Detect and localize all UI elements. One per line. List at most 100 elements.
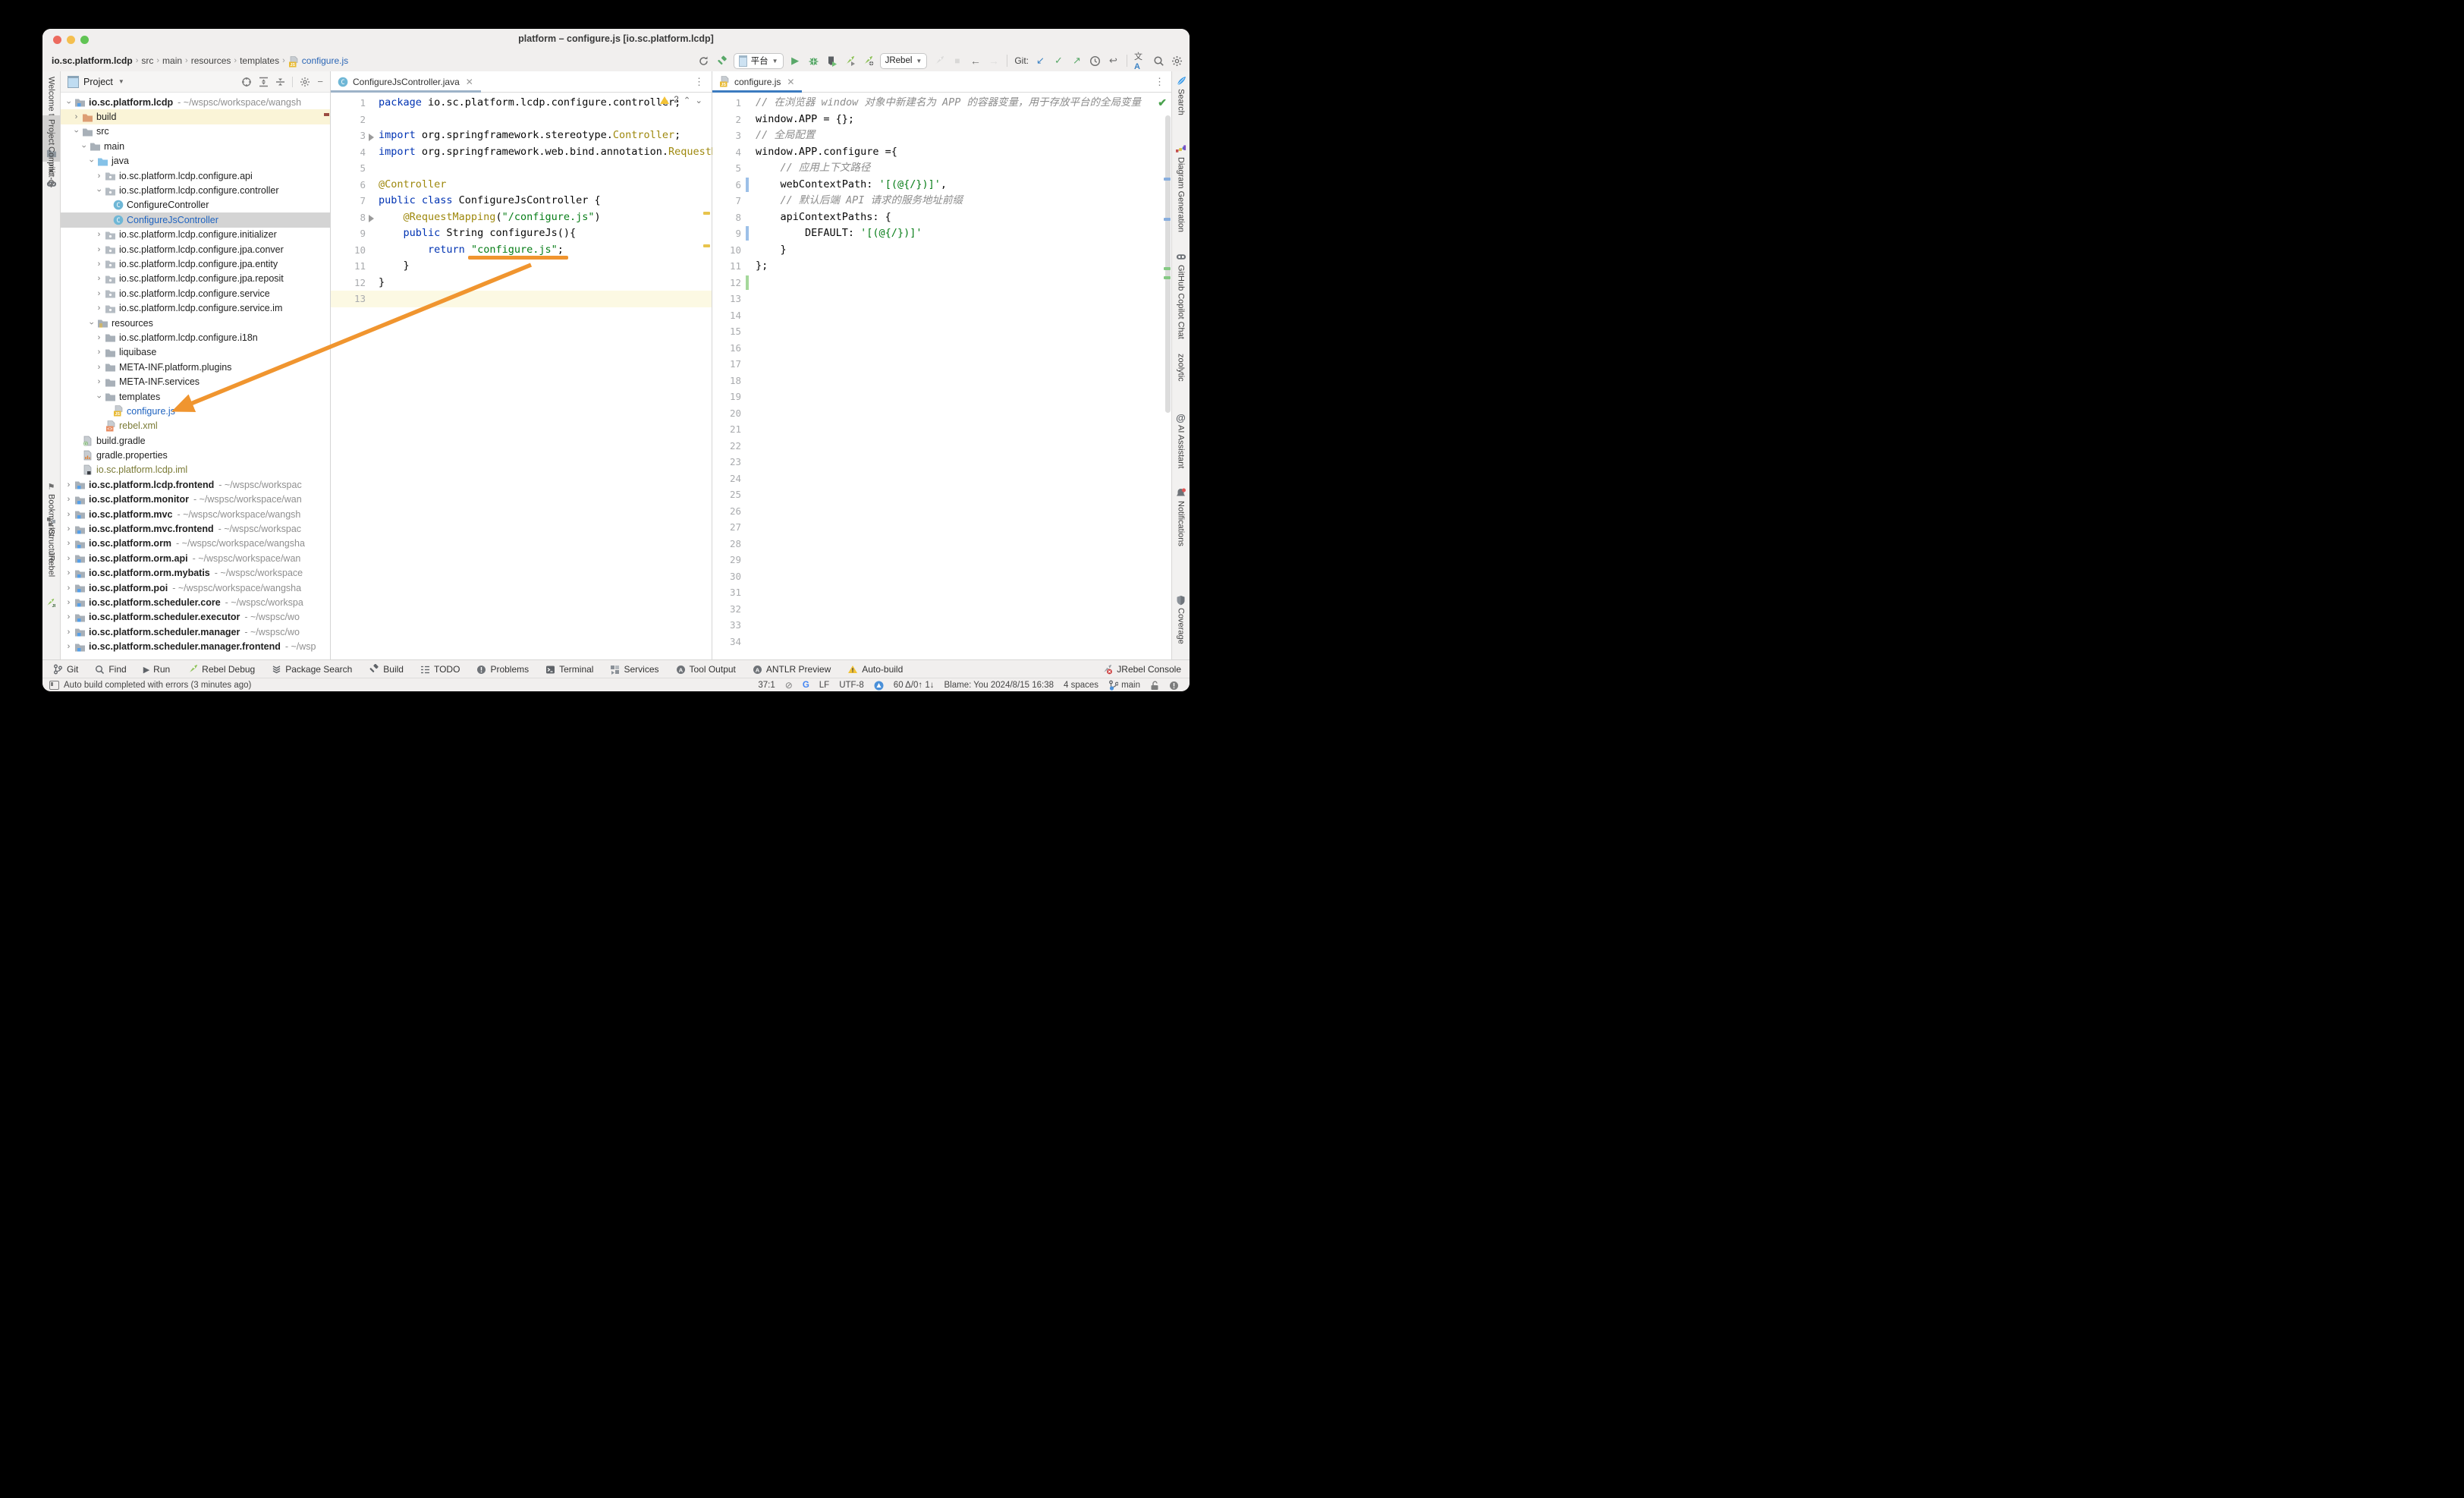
breadcrumb-item[interactable]: main [162, 55, 182, 66]
tree-row[interactable]: ›src [61, 124, 330, 139]
status-text-widget[interactable]: Blame: You 2024/8/15 16:38 [944, 681, 1054, 690]
breadcrumb-item[interactable]: io.sc.platform.lcdp [52, 55, 133, 66]
tree-row[interactable]: ›io.sc.platform.orm.api- ~/wspsc/workspa… [61, 551, 330, 565]
tree-row[interactable]: ›build [61, 109, 330, 124]
tool-window-button-antlr-preview[interactable]: AANTLR Preview [744, 660, 839, 678]
gear-icon[interactable] [300, 77, 310, 87]
git-commit-button[interactable]: ✓ [1052, 55, 1065, 68]
tree-row[interactable]: ›io.sc.platform.lcdp.configure.jpa.repos… [61, 272, 330, 286]
breadcrumb-item[interactable]: resources [191, 55, 231, 66]
debug-button[interactable] [807, 55, 820, 68]
tool-window-button-services[interactable]: Services [602, 660, 667, 678]
hide-panel-icon[interactable]: − [317, 76, 323, 87]
chevron-collapsed-icon[interactable]: › [94, 348, 104, 357]
chevron-collapsed-icon[interactable]: › [64, 480, 74, 489]
tree-row[interactable]: ›io.sc.platform.lcdp.configure.jpa.conve… [61, 242, 330, 256]
tree-row[interactable]: Gbuild.gradle [61, 433, 330, 448]
status-text-widget[interactable]: 60 Δ/0↑ 1↓ [894, 681, 935, 690]
search-icon[interactable] [1152, 55, 1165, 68]
editor-scrollbar[interactable] [1165, 115, 1171, 413]
breadcrumb-item[interactable]: src [141, 55, 153, 66]
tree-row[interactable]: CConfigureController [61, 198, 330, 212]
tree-row[interactable]: ›io.sc.platform.lcdp- ~/wspsc/workspace/… [61, 95, 330, 109]
tree-row[interactable]: ›io.sc.platform.scheduler.manager- ~/wsp… [61, 625, 330, 639]
status-text-widget[interactable]: UTF-8 [839, 681, 864, 690]
sidebar-item-jrebel[interactable]: JRebel [42, 551, 60, 577]
git-branch-dot-widget[interactable]: main [1108, 680, 1140, 691]
chevron-collapsed-icon[interactable]: › [94, 363, 104, 372]
tree-row[interactable]: ›io.sc.platform.lcdp.frontend- ~/wspsc/w… [61, 477, 330, 492]
tree-row[interactable]: ›io.sc.platform.poi- ~/wspsc/workspace/w… [61, 581, 330, 595]
tree-row[interactable]: ›io.sc.platform.lcdp.configure.controlle… [61, 183, 330, 197]
chevron-down-icon[interactable]: ▼ [118, 78, 124, 85]
inspections-ok-icon[interactable]: ✔ [1158, 96, 1167, 109]
chevron-collapsed-icon[interactable]: › [64, 628, 74, 637]
chevron-collapsed-icon[interactable]: › [94, 377, 104, 386]
chevron-collapsed-icon[interactable]: › [71, 112, 81, 121]
error-circle-widget[interactable] [1169, 681, 1179, 691]
tree-row[interactable]: ›io.sc.platform.mvc- ~/wspsc/workspace/w… [61, 507, 330, 521]
tool-window-button-package-search[interactable]: Package Search [263, 660, 360, 678]
tree-row[interactable]: ›io.sc.platform.lcdp.configure.api [61, 168, 330, 183]
jrebel-combo[interactable]: JRebel▼ [880, 53, 928, 69]
tab-options-icon[interactable]: ⋮ [694, 71, 712, 92]
tree-row[interactable]: ›io.sc.platform.scheduler.core- ~/wspsc/… [61, 595, 330, 609]
tool-window-button-terminal[interactable]: Terminal [537, 660, 602, 678]
sidebar-item-search[interactable]: Search [1172, 76, 1190, 115]
sidebar-item-github-copilot-chat[interactable]: GitHub Copilot Chat [1172, 252, 1190, 339]
chevron-collapsed-icon[interactable]: › [64, 495, 74, 504]
chevron-expanded-icon[interactable]: › [80, 141, 89, 151]
tree-row[interactable]: ›io.sc.platform.scheduler.manager.fronte… [61, 639, 330, 653]
profiler-button[interactable] [932, 55, 945, 68]
tree-row[interactable]: ›io.sc.platform.scheduler.executor- ~/ws… [61, 610, 330, 625]
stop-button[interactable]: ■ [951, 55, 963, 68]
chevron-collapsed-icon[interactable]: › [64, 510, 74, 519]
tool-window-button-rebel-debug[interactable]: Rebel Debug [178, 660, 263, 678]
tab-options-icon[interactable]: ⋮ [1155, 71, 1172, 92]
close-icon[interactable]: ✕ [466, 77, 473, 87]
tool-window-button-tool-output[interactable]: ATool Output [668, 660, 744, 678]
chevron-collapsed-icon[interactable]: › [94, 304, 104, 313]
tool-window-button-run[interactable]: ▶Run [135, 660, 178, 678]
tree-row[interactable]: CConfigureJsController [61, 212, 330, 227]
chevron-collapsed-icon[interactable]: › [94, 274, 104, 283]
tree-row[interactable]: ›templates [61, 389, 330, 404]
chevron-collapsed-icon[interactable]: › [64, 568, 74, 577]
tool-window-button-problems[interactable]: Problems [468, 660, 537, 678]
chevron-up-icon[interactable]: ⌃ [684, 95, 691, 105]
tree-row[interactable]: ›resources [61, 316, 330, 330]
chevron-collapsed-icon[interactable]: › [64, 612, 74, 622]
chevron-expanded-icon[interactable]: › [87, 318, 96, 328]
back-icon[interactable]: ← [969, 55, 982, 68]
inspection-widget[interactable]: 2 ⌃ ⌄ [660, 95, 702, 105]
tree-row[interactable]: ›META-INF.services [61, 374, 330, 389]
tree-row[interactable]: JSconfigure.js [61, 404, 330, 418]
tree-row[interactable]: ›io.sc.platform.lcdp.configure.i18n [61, 330, 330, 345]
sidebar-item-diagram-generation[interactable]: Diagram Generation [1172, 144, 1190, 232]
run-config-combo[interactable]: 平台▼ [734, 53, 784, 69]
build-hammer-icon[interactable] [715, 55, 728, 68]
tool-window-button-find[interactable]: Find [86, 660, 134, 678]
tree-row[interactable]: gradle.properties [61, 448, 330, 462]
forward-icon[interactable]: → [987, 55, 1000, 68]
codegeex-widget[interactable] [874, 681, 884, 691]
tree-row[interactable]: ›liquibase [61, 345, 330, 360]
tree-row[interactable]: <>rebel.xml [61, 419, 330, 433]
sidebar-item-coverage[interactable]: Coverage [1172, 595, 1190, 644]
close-icon[interactable]: ✕ [787, 77, 794, 87]
chevron-collapsed-icon[interactable]: › [94, 260, 104, 269]
google-g-widget[interactable]: G [803, 681, 809, 690]
sidebar-item-ai-assistant[interactable]: @AI Assistant [1172, 412, 1190, 468]
collapse-all-icon[interactable] [275, 77, 285, 87]
chevron-collapsed-icon[interactable]: › [64, 598, 74, 607]
left-code-area[interactable]: 1package io.sc.platform.lcdp.configure.c… [331, 92, 712, 659]
right-code-area[interactable]: 1// 在浏览器 window 对象中新建名为 APP 的容器变量，用于存放平台… [712, 92, 1172, 659]
chevron-expanded-icon[interactable]: › [87, 156, 96, 166]
tree-row[interactable]: ›io.sc.platform.monitor- ~/wspsc/workspa… [61, 493, 330, 507]
chevron-collapsed-icon[interactable]: › [64, 539, 74, 548]
tool-window-button-git[interactable]: Git [42, 660, 86, 678]
breadcrumb-item[interactable]: templates [240, 55, 279, 66]
chevron-collapsed-icon[interactable]: › [64, 642, 74, 651]
sync-icon[interactable] [697, 55, 710, 68]
tree-row[interactable]: io.sc.platform.lcdp.iml [61, 463, 330, 477]
